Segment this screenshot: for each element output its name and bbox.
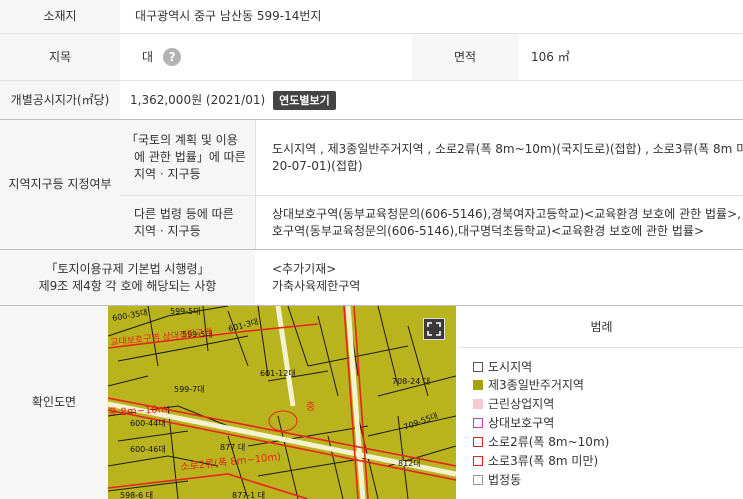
legend-item-label: 상대보호구역 <box>488 416 555 430</box>
map-label: 600-46대 <box>130 445 166 454</box>
zoning-sub1-label: 「국토의 계획 및 이용 에 관한 법률」에 따른 지역 · 지구등 <box>120 120 255 195</box>
legend-item-label: 소로3류(폭 8m 미만) <box>488 454 599 468</box>
enforcement-label-line: 「토지이용규제 기본법 시행령」 <box>45 261 210 276</box>
enforcement-value-line: <추가기재> <box>272 261 337 276</box>
zoning-sub2-value-line: 호구역(동부교육청문의(606-5146),대구명덕초등학교)<교육환경 보호에… <box>272 223 705 238</box>
zoning-sub1-value: 도시지역 , 제3종일반주거지역 , 소로2류(폭 8m~10m)(국지도로)(… <box>272 120 743 195</box>
legend-item: 근린상업지역 <box>473 395 554 412</box>
zoning-sub1-value-line: 20-07-01)(접합) <box>272 158 363 173</box>
legend-swatch-pink <box>473 398 483 409</box>
map-label: 600-44대 <box>130 419 166 428</box>
map-label: 601-12대 <box>260 369 296 378</box>
legend-swatch-red <box>473 455 483 466</box>
map-label: 708-24 대 <box>392 377 431 386</box>
map-label: 812대 <box>398 459 421 468</box>
legend-divider <box>460 347 743 348</box>
map-district-label: 중 <box>306 402 316 413</box>
enforcement-label: 「토지이용규제 기본법 시행령」 제9조 제4항 각 호에 해당되는 사항 <box>0 250 255 305</box>
legend-item-label: 소로2류(폭 8m~10m) <box>488 435 610 449</box>
zoning-sub2-label: 다른 법령 등에 따른 지역 · 지구등 <box>120 196 255 249</box>
legend-item: 소로3류(폭 8m 미만) <box>473 452 598 469</box>
land-category-text: 대 <box>142 49 154 64</box>
column-divider <box>255 120 256 249</box>
help-icon[interactable]: ? <box>163 48 182 66</box>
map-label: 877-1 대 <box>232 491 266 499</box>
legend-item: 소로2류(폭 8m~10m) <box>473 433 609 450</box>
map-label: 599-5대 <box>170 307 201 316</box>
area-label: 면적 <box>412 34 518 80</box>
legend-item: 제3종일반주거지역 <box>473 376 584 393</box>
map-label: 598-6 대 <box>120 491 154 499</box>
official-price-label: 개별공시지가(㎡당) <box>0 81 120 119</box>
yearly-view-button[interactable]: 연도별보기 <box>273 90 336 110</box>
map-label: 599-7대 <box>174 385 205 394</box>
land-use-map[interactable]: 600-35대 599-5대 599-5대 601-3대 601-12대 599… <box>108 306 456 499</box>
zoning-sub1-label-line: 「국토의 계획 및 이용 <box>126 133 238 147</box>
legend-swatch-empty <box>473 361 483 372</box>
map-label: 확인도면 <box>0 306 108 499</box>
zoning-sub2-value-line: 상대보호구역(동부교육청문의(606-5146),경북여자고등학교)<교육환경 … <box>272 206 741 221</box>
zoning-sub2-label-line: 지역 · 지구등 <box>134 223 201 238</box>
enforcement-label-line: 제9조 제4항 각 호에 해당되는 사항 <box>38 278 217 293</box>
legend-item-label: 근린상업지역 <box>488 397 555 411</box>
land-category-value: 대 ? <box>142 34 412 80</box>
location-label: 소재지 <box>0 0 120 33</box>
legend-swatch-olive <box>473 379 483 390</box>
enforcement-value: <추가기재> 가축사육제한구역 <box>272 250 743 305</box>
legend-item-label: 도시지역 <box>488 360 533 374</box>
legend-item-label: 제3종일반주거지역 <box>488 378 584 392</box>
legend-item-label: 법정동 <box>488 473 522 487</box>
zoning-label: 지역지구등 지정여부 <box>0 120 120 249</box>
legend-title: 범례 <box>590 320 613 334</box>
zoning-sub2-label-line: 다른 법령 등에 따른 <box>134 206 234 221</box>
legend-swatch-empty <box>473 474 483 485</box>
enforcement-value-line: 가축사육제한구역 <box>272 278 361 293</box>
legend-item: 법정동 <box>473 471 521 488</box>
zoning-sub2-value: 상대보호구역(동부교육청문의(606-5146),경북여자고등학교)<교육환경 … <box>272 196 743 249</box>
map-expand-button[interactable] <box>423 318 445 340</box>
land-category-label: 지목 <box>0 34 120 80</box>
area-value: 106 ㎡ <box>531 49 570 64</box>
location-value: 대구광역시 중구 남산동 599-14번지 <box>135 9 322 23</box>
legend-swatch-red <box>473 436 483 447</box>
legend-item: 도시지역 <box>473 358 532 375</box>
legend-item: 상대보호구역 <box>473 414 554 431</box>
expand-icon <box>427 322 441 336</box>
official-price-text: 1,362,000원 (2021/01) <box>130 92 266 107</box>
zoning-sub1-value-line: 도시지역 , 제3종일반주거지역 , 소로2류(폭 8m~10m)(국지도로)(… <box>272 141 743 156</box>
legend-swatch-purple <box>473 417 483 428</box>
official-price-value: 1,362,000원 (2021/01) 연도별보기 <box>130 81 730 119</box>
zoning-sub1-label-line: 지역 · 지구등 <box>134 167 201 181</box>
zoning-sub1-label-line: 에 관한 법률」에 따른 <box>134 150 246 164</box>
